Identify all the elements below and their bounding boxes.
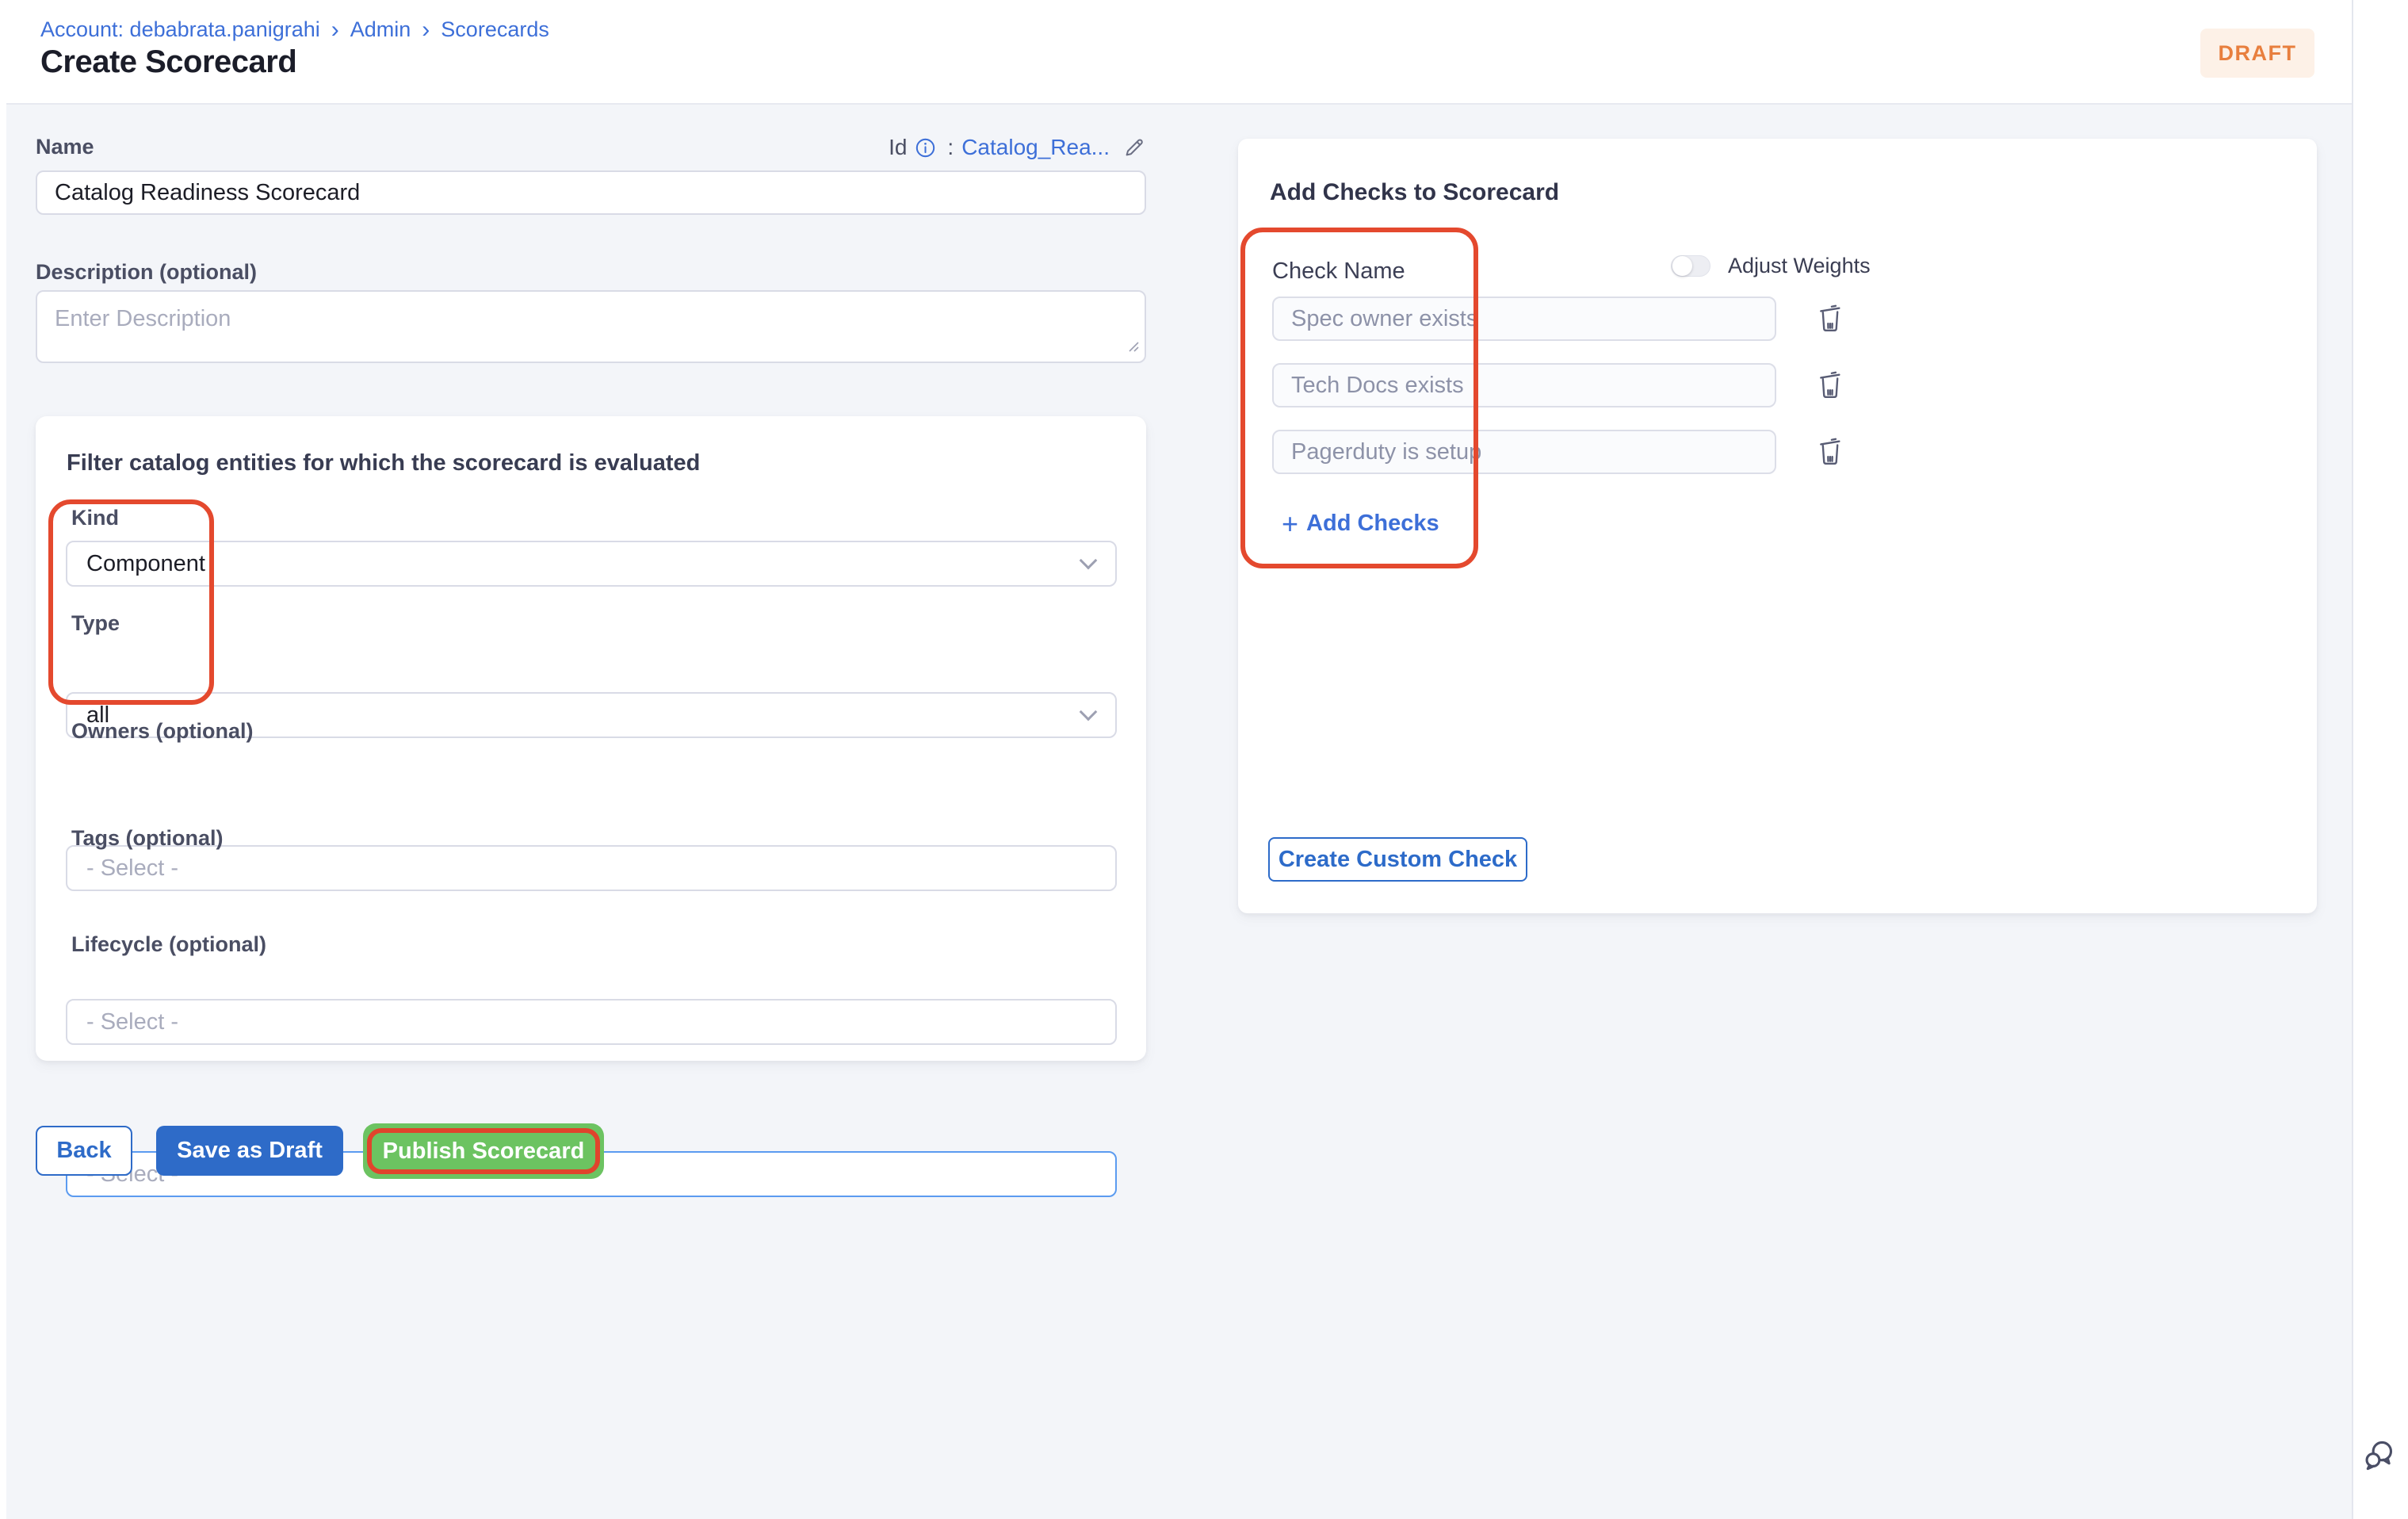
breadcrumb-separator-icon: › <box>422 19 430 40</box>
check-name-column-header: Check Name <box>1272 258 1405 285</box>
publish-scorecard-label: Publish Scorecard <box>383 1138 585 1165</box>
breadcrumb-scorecards-link[interactable]: Scorecards <box>441 17 549 42</box>
add-checks-button[interactable]: + Add Checks <box>1282 511 1439 537</box>
tags-select[interactable]: - Select - <box>66 999 1117 1045</box>
tags-label: Tags (optional) <box>71 826 223 851</box>
check-name-input[interactable] <box>1272 430 1776 474</box>
delete-check-button[interactable] <box>1814 300 1846 337</box>
scorecard-id-link[interactable]: Catalog_Rea... <box>961 135 1110 160</box>
owners-select[interactable]: - Select - <box>66 845 1117 891</box>
add-checks-label: Add Checks <box>1306 511 1439 537</box>
name-input[interactable] <box>36 170 1146 215</box>
breadcrumb-account-link[interactable]: Account: debabrata.panigrahi <box>40 17 320 42</box>
chevron-down-icon <box>1080 703 1098 721</box>
check-name-input[interactable] <box>1272 363 1776 407</box>
kind-select[interactable]: Component <box>66 541 1117 587</box>
kind-label: Kind <box>71 506 119 530</box>
check-name-input[interactable] <box>1272 297 1776 341</box>
page-header: Account: debabrata.panigrahi › Admin › S… <box>6 0 2352 105</box>
owners-placeholder: - Select - <box>86 855 178 882</box>
trash-icon <box>1815 300 1845 338</box>
check-row <box>1272 430 1875 474</box>
edit-pencil-icon[interactable] <box>1122 136 1146 159</box>
id-row: Id : Catalog_Rea... <box>896 135 1146 160</box>
filter-heading: Filter catalog entities for which the sc… <box>67 450 700 476</box>
toggle-knob <box>1672 256 1692 276</box>
resize-handle-icon[interactable] <box>1126 339 1140 357</box>
filter-card: Filter catalog entities for which the sc… <box>36 416 1146 1061</box>
id-label: Id <box>889 135 907 160</box>
id-colon: : <box>947 135 954 160</box>
check-row <box>1272 297 1875 341</box>
info-icon[interactable] <box>915 137 936 159</box>
chat-bubbles-icon <box>2362 1462 2397 1475</box>
kind-value: Component <box>86 551 205 577</box>
right-rail <box>2352 0 2408 1519</box>
back-button[interactable]: Back <box>36 1126 132 1176</box>
check-row <box>1272 363 1875 407</box>
adjust-weights-label: Adjust Weights <box>1728 254 1871 278</box>
adjust-weights-toggle[interactable] <box>1671 255 1710 277</box>
create-custom-check-button[interactable]: Create Custom Check <box>1268 837 1527 882</box>
description-textarea[interactable] <box>36 290 1146 363</box>
status-badge: DRAFT <box>2200 29 2314 78</box>
trash-icon <box>1815 434 1845 471</box>
page-title: Create Scorecard <box>40 44 296 80</box>
breadcrumb-admin-link[interactable]: Admin <box>350 17 411 42</box>
save-as-draft-button[interactable]: Save as Draft <box>156 1126 343 1176</box>
name-label: Name <box>36 135 94 159</box>
breadcrumb-separator-icon: › <box>331 19 339 40</box>
plus-icon: + <box>1282 512 1298 535</box>
add-checks-heading: Add Checks to Scorecard <box>1270 179 1559 206</box>
owners-label: Owners (optional) <box>71 719 254 744</box>
description-label: Description (optional) <box>36 260 257 285</box>
type-label: Type <box>71 611 120 636</box>
chat-help-button[interactable] <box>2362 1437 2397 1476</box>
delete-check-button[interactable] <box>1814 367 1846 404</box>
chevron-down-icon <box>1080 552 1098 570</box>
trash-icon <box>1815 367 1845 404</box>
delete-check-button[interactable] <box>1814 434 1846 470</box>
publish-scorecard-button[interactable]: Publish Scorecard <box>363 1123 604 1179</box>
check-list <box>1272 297 1875 496</box>
breadcrumb: Account: debabrata.panigrahi › Admin › S… <box>40 17 549 42</box>
lifecycle-label: Lifecycle (optional) <box>71 932 266 957</box>
tags-placeholder: - Select - <box>86 1009 178 1035</box>
